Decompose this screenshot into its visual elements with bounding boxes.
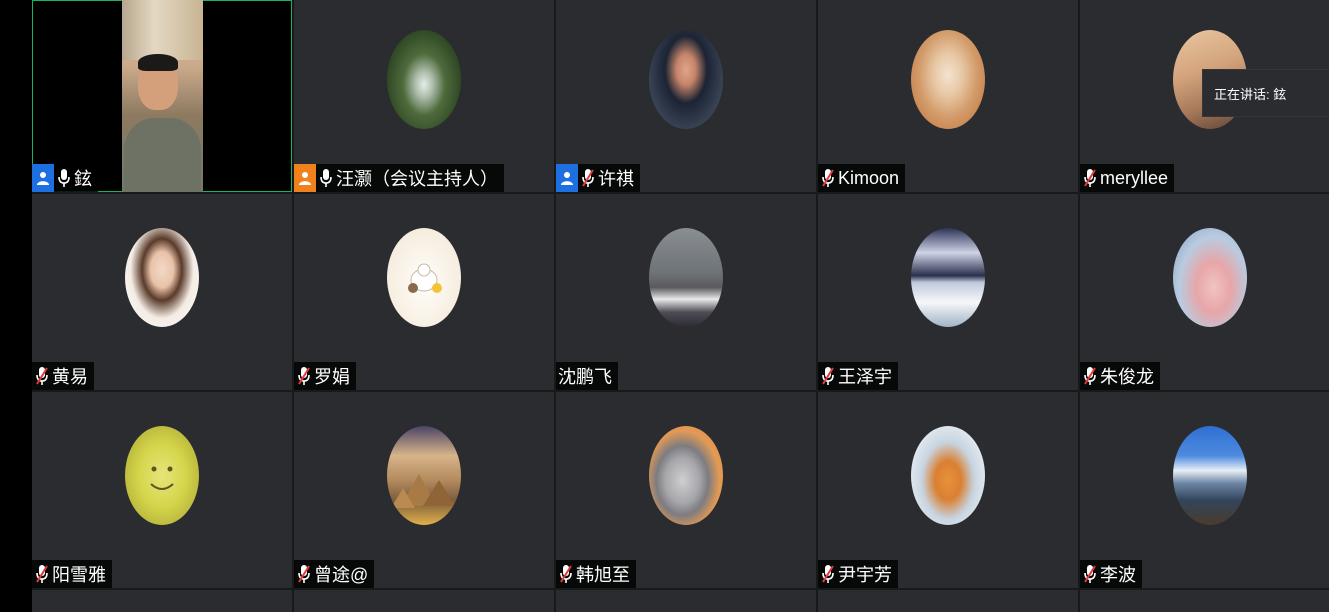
avatar [649, 426, 723, 525]
participant-tile[interactable]: 曾途@ [294, 392, 554, 588]
participant-name-bar: 鉉 [32, 164, 98, 192]
left-edge [0, 0, 32, 612]
participant-name: 朱俊龙 [1100, 367, 1154, 387]
participant-tile[interactable]: 尹宇芳 [818, 392, 1078, 588]
microphone-muted-icon [820, 365, 836, 387]
participant-name: 罗娟 [314, 367, 350, 387]
participant-name: 王泽宇 [838, 367, 892, 387]
microphone-muted-icon [820, 167, 836, 189]
microphone-muted-icon [1082, 365, 1098, 387]
microphone-muted-icon [296, 563, 312, 585]
participant-name: 阳雪雅 [52, 565, 106, 585]
participant-tile[interactable] [1080, 590, 1329, 612]
microphone-muted-icon [34, 563, 50, 585]
participant-name-bar: 黄易 [32, 362, 94, 390]
participant-name: 沈鹏飞 [558, 367, 612, 387]
microphone-muted-icon [580, 167, 596, 189]
participant-name-bar: 尹宇芳 [818, 560, 898, 588]
participant-tile[interactable]: 黄易 [32, 194, 292, 390]
participant-name: meryllee [1100, 167, 1169, 188]
avatar [387, 228, 461, 327]
microphone-icon [318, 167, 334, 189]
participant-tile[interactable]: 朱俊龙 [1080, 194, 1329, 390]
participant-name: 曾途@ [314, 565, 369, 585]
participant-name: 尹宇芳 [838, 565, 892, 585]
avatar [1173, 426, 1247, 525]
participant-name-bar: 沈鹏飞 [556, 362, 618, 390]
participant-name-bar: meryllee [1080, 164, 1175, 192]
participant-name-bar: Kimoon [818, 164, 906, 192]
participant-tile[interactable] [32, 590, 292, 612]
participant-name-bar: 许祺 [556, 164, 640, 192]
participant-tile[interactable]: 许祺 [556, 0, 816, 192]
participant-name: 鉉 [74, 169, 92, 189]
microphone-muted-icon [296, 365, 312, 387]
participant-grid: 鉉 汪灏（会议主持人） 许祺 Kimoon meryllee 黄易 罗娟 沈鹏飞… [32, 0, 1329, 612]
avatar [125, 228, 199, 327]
participant-tile[interactable]: 沈鹏飞 [556, 194, 816, 390]
participant-tile[interactable] [294, 590, 554, 612]
participant-name-bar: 罗娟 [294, 362, 356, 390]
participant-name-bar: 王泽宇 [818, 362, 898, 390]
avatar [649, 228, 723, 327]
person-icon [556, 164, 578, 192]
microphone-muted-icon [1082, 563, 1098, 585]
person-icon [294, 164, 316, 192]
participant-tile[interactable] [818, 590, 1078, 612]
participant-name-bar: 曾途@ [294, 560, 375, 588]
avatar [911, 228, 985, 327]
participant-name: 汪灏（会议主持人） [336, 169, 498, 189]
participant-tile[interactable]: 阳雪雅 [32, 392, 292, 588]
participant-name: 韩旭至 [576, 565, 630, 585]
participant-tile[interactable]: 汪灏（会议主持人） [294, 0, 554, 192]
avatar [911, 30, 985, 129]
participant-name-bar: 朱俊龙 [1080, 362, 1160, 390]
avatar [911, 426, 985, 525]
microphone-muted-icon [34, 365, 50, 387]
participant-tile[interactable]: 李波 [1080, 392, 1329, 588]
speaking-indicator: 正在讲话: 鉉 [1203, 70, 1329, 116]
participant-tile[interactable]: 鉉 [32, 0, 292, 192]
participant-name: Kimoon [838, 167, 900, 188]
participant-tile[interactable]: 罗娟 [294, 194, 554, 390]
microphone-muted-icon [558, 563, 574, 585]
avatar [1173, 228, 1247, 327]
avatar [649, 30, 723, 129]
participant-name-bar: 汪灏（会议主持人） [294, 164, 504, 192]
microphone-muted-icon [1082, 167, 1098, 189]
participant-tile[interactable]: Kimoon [818, 0, 1078, 192]
participant-tile[interactable]: 韩旭至 [556, 392, 816, 588]
participant-name-bar: 李波 [1080, 560, 1142, 588]
participant-video [122, 0, 203, 192]
avatar [387, 426, 461, 525]
person-icon [32, 164, 54, 192]
microphone-icon [56, 167, 72, 189]
avatar [387, 30, 461, 129]
participant-tile[interactable] [556, 590, 816, 612]
participant-tile[interactable]: 王泽宇 [818, 194, 1078, 390]
participant-name-bar: 韩旭至 [556, 560, 636, 588]
participant-name: 黄易 [52, 367, 88, 387]
avatar [125, 426, 199, 525]
participant-name-bar: 阳雪雅 [32, 560, 112, 588]
participant-name: 许祺 [598, 169, 634, 189]
microphone-muted-icon [820, 563, 836, 585]
participant-name: 李波 [1100, 565, 1136, 585]
